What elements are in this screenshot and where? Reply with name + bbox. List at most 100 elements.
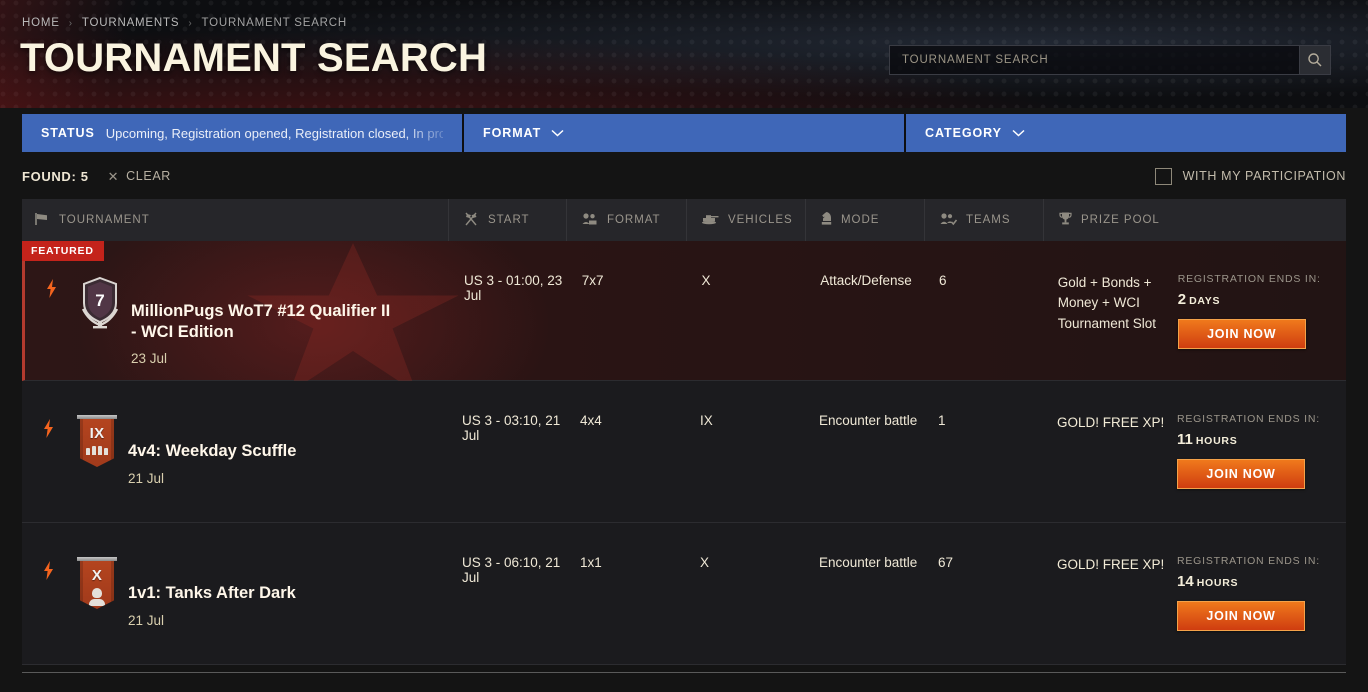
- registration-block: REGISTRATION ENDS IN: 2 DAYS JOIN NOW: [1177, 273, 1321, 380]
- table-header-row: TOURNAMENT START FORMAT VEHICLES MODE TE…: [22, 199, 1346, 241]
- filter-category[interactable]: CATEGORY: [904, 114, 1346, 152]
- search-button[interactable]: [1299, 45, 1331, 75]
- column-header-format-label: FORMAT: [607, 214, 661, 226]
- search-input[interactable]: [889, 45, 1299, 75]
- cell-mode: Encounter battle: [819, 413, 918, 428]
- banner-badge-icon: IX: [77, 415, 117, 467]
- cell-teams: 67: [938, 555, 954, 570]
- lightning-bolt-icon: [33, 273, 69, 298]
- prize-pool-text: GOLD! FREE XP!: [1057, 557, 1165, 572]
- svg-text:7: 7: [95, 291, 104, 310]
- page-header: HOME › TOURNAMENTS › TOURNAMENT SEARCH T…: [0, 0, 1368, 108]
- lightning-bolt-icon: [30, 413, 66, 438]
- column-header-prize-pool-label: PRIZE POOL: [1081, 214, 1160, 226]
- registration-ends-label: REGISTRATION ENDS IN:: [1177, 555, 1320, 567]
- filter-status[interactable]: STATUS Upcoming, Registration opened, Re…: [22, 114, 462, 152]
- countdown-value: 2: [1177, 291, 1187, 308]
- breadcrumb-item-tournaments[interactable]: TOURNAMENTS: [82, 17, 179, 29]
- column-header-start[interactable]: START: [448, 199, 566, 241]
- filter-format[interactable]: FORMAT: [462, 114, 904, 152]
- tournament-info: 1v1: Tanks After Dark 21 Jul: [128, 555, 306, 628]
- registration-block: REGISTRATION ENDS IN: 11 HOURS JOIN NOW: [1177, 413, 1320, 522]
- participation-checkbox[interactable]: [1154, 167, 1172, 185]
- chevron-down-icon: [551, 124, 564, 142]
- registration-countdown: 2 DAYS: [1178, 291, 1321, 308]
- countdown-unit: HOURS: [1196, 577, 1239, 589]
- join-now-button[interactable]: JOIN NOW: [1177, 601, 1305, 631]
- banner-rod: [77, 557, 117, 561]
- vehicle-tier-label: X: [91, 567, 103, 584]
- table-row[interactable]: X 1v1: Tanks After Dark 21 Jul US 3 - 06…: [22, 523, 1346, 665]
- tournament-name[interactable]: 1v1: Tanks After Dark: [128, 583, 296, 604]
- vehicle-tier-label: IX: [89, 425, 105, 442]
- column-header-format[interactable]: FORMAT: [566, 199, 686, 241]
- clear-filters-button[interactable]: ✕ CLEAR: [108, 169, 171, 183]
- banner-cloth: IX: [80, 419, 114, 467]
- crossed-flags-icon: [463, 212, 480, 229]
- breadcrumb: HOME › TOURNAMENTS › TOURNAMENT SEARCH: [22, 17, 347, 29]
- cell-teams: 6: [938, 273, 947, 288]
- filter-category-label: CATEGORY: [925, 126, 1002, 140]
- page-divider: [22, 672, 1346, 673]
- column-header-vehicles[interactable]: VEHICLES: [686, 199, 805, 241]
- cell-tournament: IX 4v4: Weekday Scuffle 21 Jul: [22, 381, 448, 522]
- cell-start: US 3 - 06:10, 21 Jul: [462, 555, 561, 585]
- countdown-value: 11: [1177, 431, 1193, 448]
- clear-filters-label: CLEAR: [126, 169, 171, 183]
- prize-pool-text: GOLD! FREE XP!: [1057, 415, 1165, 430]
- cell-start: US 3 - 01:00, 23 Jul: [463, 273, 563, 303]
- registration-ends-label: REGISTRATION ENDS IN:: [1177, 413, 1320, 425]
- column-header-vehicles-label: VEHICLES: [728, 214, 793, 226]
- cell-tournament: 7 MillionPugs WoT7 #12 Qualifier II - WC…: [25, 241, 450, 380]
- tournaments-table: TOURNAMENT START FORMAT VEHICLES MODE TE…: [22, 199, 1346, 665]
- table-row[interactable]: FEATURED 7 MillionPugs WoT7 #12 Qualifie…: [22, 241, 1346, 381]
- featured-badge: FEATURED: [22, 241, 104, 261]
- emblem-icon: 7: [81, 276, 119, 329]
- search-bar: [889, 45, 1331, 75]
- join-now-button[interactable]: JOIN NOW: [1177, 459, 1305, 489]
- tournament-info: 4v4: Weekday Scuffle 21 Jul: [128, 413, 306, 486]
- participation-label: WITH MY PARTICIPATION: [1182, 169, 1346, 183]
- teams-check-icon: [939, 212, 958, 229]
- join-now-button[interactable]: JOIN NOW: [1177, 319, 1306, 349]
- column-header-mode-label: MODE: [841, 214, 880, 226]
- tournament-emblem: X: [66, 555, 128, 609]
- page-title: TOURNAMENT SEARCH: [20, 36, 488, 80]
- table-row[interactable]: IX 4v4: Weekday Scuffle 21 Jul US 3 - 03…: [22, 381, 1346, 523]
- cell-start: US 3 - 03:10, 21 Jul: [462, 413, 561, 443]
- tank-icon: [701, 212, 720, 228]
- cell-tournament: X 1v1: Tanks After Dark 21 Jul: [22, 523, 448, 664]
- column-header-mode[interactable]: MODE: [805, 199, 924, 241]
- cell-format: 1x1: [580, 555, 602, 570]
- found-count: FOUND: 5: [22, 168, 89, 184]
- chevron-down-icon: [1012, 124, 1025, 142]
- breadcrumb-separator: ›: [68, 17, 73, 29]
- banner-cloth: X: [80, 561, 114, 609]
- cell-mode: Attack/Defense: [820, 273, 912, 288]
- with-my-participation-toggle[interactable]: WITH MY PARTICIPATION: [1154, 167, 1346, 185]
- column-header-prize-pool[interactable]: PRIZE POOL: [1043, 199, 1346, 241]
- tournament-name[interactable]: 4v4: Weekday Scuffle: [128, 441, 296, 462]
- tournament-name[interactable]: MillionPugs WoT7 #12 Qualifier II - WCI …: [131, 301, 399, 342]
- column-header-teams-label: TEAMS: [966, 214, 1011, 226]
- cell-vehicles: IX: [700, 413, 713, 428]
- column-header-teams[interactable]: TEAMS: [924, 199, 1043, 241]
- cell-prize-pool: GOLD! FREE XP! REGISTRATION ENDS IN: 14 H…: [1043, 523, 1346, 664]
- breadcrumb-item-home[interactable]: HOME: [22, 17, 60, 29]
- tournament-info: MillionPugs WoT7 #12 Qualifier II - WCI …: [131, 273, 409, 366]
- lightning-bolt-icon: [30, 555, 66, 580]
- cell-format: 4x4: [580, 413, 602, 428]
- breadcrumb-item-current: TOURNAMENT SEARCH: [201, 17, 347, 29]
- tournament-date: 21 Jul: [128, 612, 165, 628]
- countdown-value: 14: [1177, 573, 1194, 590]
- results-summary-bar: FOUND: 5 ✕ CLEAR WITH MY PARTICIPATION: [22, 158, 1346, 194]
- registration-ends-label: REGISTRATION ENDS IN:: [1177, 273, 1321, 285]
- tournament-emblem: 7: [69, 273, 131, 329]
- tournament-emblem: IX: [66, 413, 128, 467]
- countdown-unit: HOURS: [1195, 435, 1238, 447]
- cell-format: 7x7: [581, 273, 604, 288]
- column-header-tournament[interactable]: TOURNAMENT: [22, 199, 448, 241]
- filter-format-label: FORMAT: [483, 126, 542, 140]
- cell-prize-pool: Gold + Bonds + Money + WCI Tournament Sl…: [1044, 241, 1346, 380]
- banner-badge-icon: X: [77, 557, 117, 609]
